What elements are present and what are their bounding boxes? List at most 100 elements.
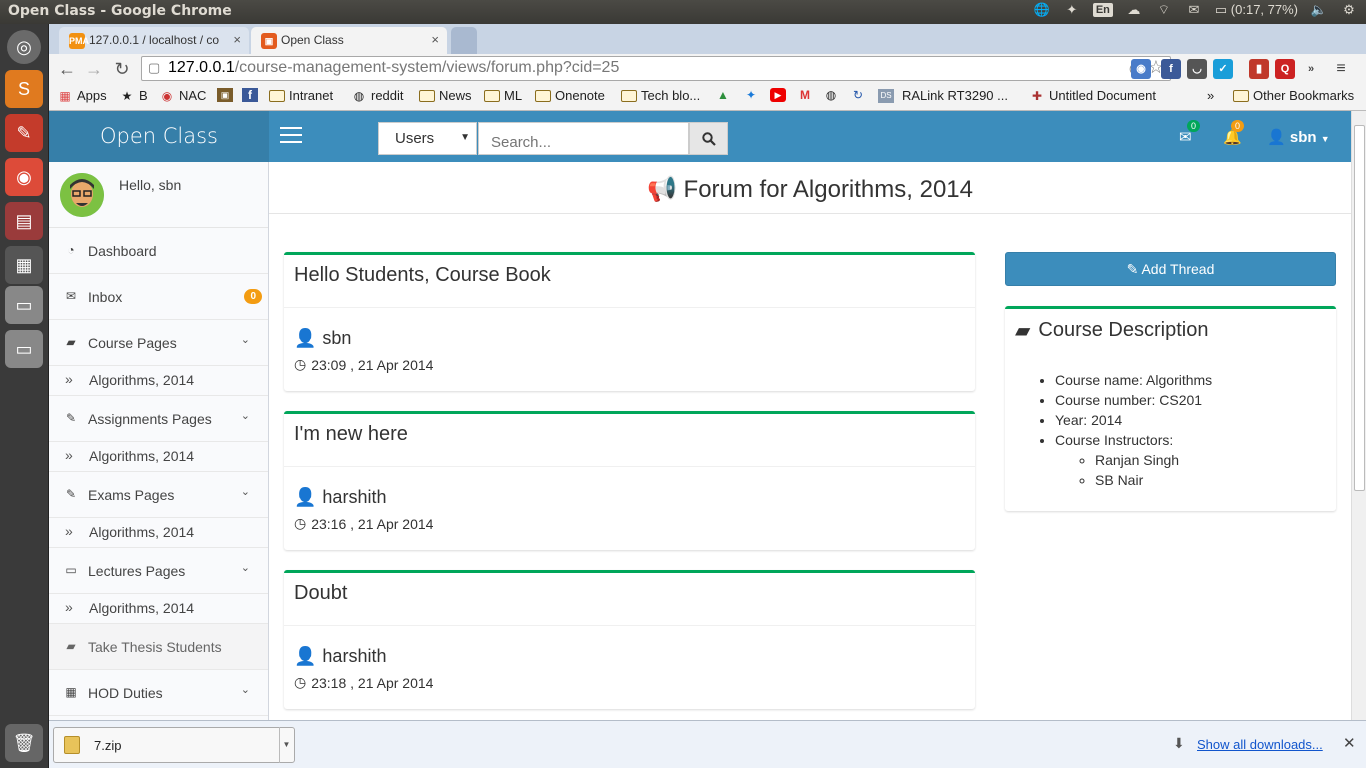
more-extensions-icon[interactable]: » xyxy=(1301,59,1321,79)
bookmark-untitled-document[interactable]: ✚ Untitled Document xyxy=(1029,88,1156,103)
mail-icon[interactable]: ✉ xyxy=(1185,2,1203,18)
bookmark-tech-blogs[interactable]: Tech blo... xyxy=(621,88,700,103)
sidebar-item-take-thesis-students[interactable]: ▰ Take Thesis Students xyxy=(49,624,268,670)
chrome-menu-icon[interactable]: ≡ xyxy=(1331,59,1351,79)
sidebar-subitem-lectures-algorithms[interactable]: » Algorithms, 2014 xyxy=(49,594,268,624)
sublime-text-icon[interactable]: S xyxy=(5,70,43,108)
bookmark-label: Apps xyxy=(77,88,107,103)
bookmark-nac[interactable]: ◉ NAC xyxy=(159,88,207,103)
forward-icon[interactable]: → xyxy=(83,58,105,80)
bookmark-unnamed[interactable]: ▣ xyxy=(217,88,233,102)
course-description-box: ▰ Course Description Course name: Algori… xyxy=(1005,306,1336,511)
sidebar-item-course-pages[interactable]: ▰ Course Pages ⌄ xyxy=(49,320,268,366)
os-top-bar: Open Class - Google Chrome 🌐 ✦ En ☁ ⌔ ✉ … xyxy=(0,0,1366,24)
course-description-title-text: Course Description xyxy=(1038,319,1209,341)
scrollbar-thumb[interactable] xyxy=(1354,125,1365,491)
thread-title[interactable]: Doubt xyxy=(284,573,975,626)
battery-indicator[interactable]: ▭ (0:17, 77%) xyxy=(1215,2,1298,18)
download-menu-button[interactable]: ▼ xyxy=(279,727,293,763)
sidebar-toggle-icon[interactable] xyxy=(280,127,302,145)
bookmark-label: reddit xyxy=(371,88,404,103)
bookmark-apps[interactable]: ▦ Apps xyxy=(57,88,107,103)
tab-open-class[interactable]: ▣ Open Class × xyxy=(251,27,447,54)
sidebar-item-label: Take Thesis Students xyxy=(88,639,222,655)
bookmark-onenote[interactable]: Onenote xyxy=(535,88,605,103)
notifications-button[interactable]: 🔔 0 xyxy=(1223,120,1245,146)
bookmark-youtube[interactable]: ▶ xyxy=(770,88,786,102)
bookmark-reddit-2[interactable]: ◍ xyxy=(823,88,839,102)
sidebar-item-dashboard[interactable]: ◔ Dashboard xyxy=(49,228,268,274)
globe-icon[interactable]: 🌐 xyxy=(1033,2,1051,18)
wifi-icon[interactable]: ⌔ xyxy=(1155,2,1173,18)
sidebar-item-assignments-pages[interactable]: ✎ Assignments Pages ⌄ xyxy=(49,396,268,442)
back-icon[interactable]: ← xyxy=(56,58,78,80)
sidebar-item-lectures-pages[interactable]: ▭ Lectures Pages ⌄ xyxy=(49,548,268,594)
pocket-ext-icon[interactable]: ◡ xyxy=(1187,59,1207,79)
bookmarks-overflow-button[interactable]: » xyxy=(1207,88,1214,103)
bookmark-reddit[interactable]: ◍ reddit xyxy=(351,88,404,103)
system-settings-icon[interactable]: ✎ xyxy=(5,114,43,152)
sidebar-item-hod-duties[interactable]: ▦ HOD Duties ⌄ xyxy=(49,670,268,716)
bookmark-dropbox[interactable]: ✦ xyxy=(743,88,759,102)
settings-gear-icon[interactable]: ⚙ xyxy=(1340,2,1358,18)
bookmark-ml[interactable]: ML xyxy=(484,88,522,103)
tab-phpmyadmin[interactable]: PMA 127.0.0.1 / localhost / co × xyxy=(59,27,249,54)
messages-count-badge: 0 xyxy=(1187,120,1201,132)
search-button[interactable] xyxy=(689,122,728,155)
bookmark-refresh[interactable]: ↻ xyxy=(850,88,866,102)
bookmark-ralink[interactable]: DS RALink RT3290 ... xyxy=(878,88,1008,103)
facebook-ext-icon[interactable]: f xyxy=(1161,59,1181,79)
messages-button[interactable]: ✉ 0 xyxy=(1179,120,1201,146)
sidebar-subitem-assignments-algorithms[interactable]: » Algorithms, 2014 xyxy=(49,442,268,472)
thread-title[interactable]: I'm new here xyxy=(284,414,975,467)
search-type-select[interactable]: Users ▼ xyxy=(378,122,477,155)
download-item[interactable]: 7.zip xyxy=(53,727,295,763)
files-icon[interactable]: ▤ xyxy=(5,202,43,240)
close-tab-icon[interactable]: × xyxy=(233,32,241,47)
sidebar-subitem-course-algorithms[interactable]: » Algorithms, 2014 xyxy=(49,366,268,396)
bookmark-b[interactable]: ★ B xyxy=(119,88,148,103)
bookmark-intranet[interactable]: Intranet xyxy=(269,88,333,103)
drive-icon-2[interactable]: ▭ xyxy=(5,330,43,368)
check-ext-icon[interactable]: ✓ xyxy=(1213,59,1233,79)
folder-icon xyxy=(269,89,285,102)
close-icon[interactable]: ✕ xyxy=(1343,734,1356,752)
thread-title[interactable]: Hello Students, Course Book xyxy=(284,255,975,308)
bookmark-other[interactable]: Other Bookmarks xyxy=(1233,88,1354,103)
thread-card[interactable]: Hello Students, Course Book 👤 sbn ◷ 23:09 … xyxy=(284,252,975,391)
new-tab-button[interactable] xyxy=(451,27,477,54)
trash-icon[interactable]: 🗑 xyxy=(5,724,43,762)
show-all-downloads-link[interactable]: Show all downloads... xyxy=(1197,737,1323,752)
close-tab-icon[interactable]: × xyxy=(431,32,439,47)
app-header: Open Class Users ▼ ✉ 0 🔔 0 👤 sbn ▼ xyxy=(49,111,1351,162)
ubuntu-dash-icon[interactable]: ◎ xyxy=(7,30,41,64)
drive-icon[interactable]: ▭ xyxy=(5,286,43,324)
workspace-switcher-icon[interactable]: ▦ xyxy=(5,246,43,284)
search-input[interactable] xyxy=(478,122,689,155)
bookmark-gmail[interactable]: M xyxy=(797,88,813,102)
address-bar[interactable]: ▢ 127.0.0.1/course-management-system/vie… xyxy=(141,56,1171,81)
quora-ext-icon[interactable]: Q xyxy=(1275,59,1295,79)
sidebar-item-inbox[interactable]: ✉ Inbox 0 xyxy=(49,274,268,320)
chrome-icon[interactable]: ◉ xyxy=(5,158,43,196)
volume-icon[interactable]: 🔈 xyxy=(1310,2,1328,18)
dropbox-icon[interactable]: ✦ xyxy=(1063,2,1081,18)
add-thread-button[interactable]: ✎ Add Thread xyxy=(1005,252,1336,286)
globe-ext-icon[interactable]: ◉ xyxy=(1131,59,1151,79)
sidebar-item-exams-pages[interactable]: ✎ Exams Pages ⌄ xyxy=(49,472,268,518)
cloud-icon[interactable]: ☁ xyxy=(1125,2,1143,18)
user-icon: 👤 xyxy=(294,328,317,348)
bookmark-ext-icon[interactable]: ▮ xyxy=(1249,59,1269,79)
thread-card[interactable]: Doubt 👤 harshith ◷ 23:18 , 21 Apr 2014 xyxy=(284,570,975,709)
reload-icon[interactable]: ↻ xyxy=(111,58,133,80)
page-scrollbar[interactable] xyxy=(1351,111,1366,720)
app-logo[interactable]: Open Class xyxy=(49,111,269,162)
bookmark-facebook[interactable]: f xyxy=(242,88,258,102)
user-menu[interactable]: 👤 sbn ▼ xyxy=(1267,128,1330,146)
bookmark-drive[interactable]: ▲ xyxy=(715,88,731,102)
sidebar-subitem-exams-algorithms[interactable]: » Algorithms, 2014 xyxy=(49,518,268,548)
thread-card[interactable]: I'm new here 👤 harshith ◷ 23:16 , 21 Apr 2… xyxy=(284,411,975,550)
main-content: 📢 Forum for Algorithms, 2014 Hello Stude… xyxy=(269,162,1351,720)
keyboard-layout-indicator[interactable]: En xyxy=(1092,3,1113,17)
bookmark-news[interactable]: News xyxy=(419,88,472,103)
